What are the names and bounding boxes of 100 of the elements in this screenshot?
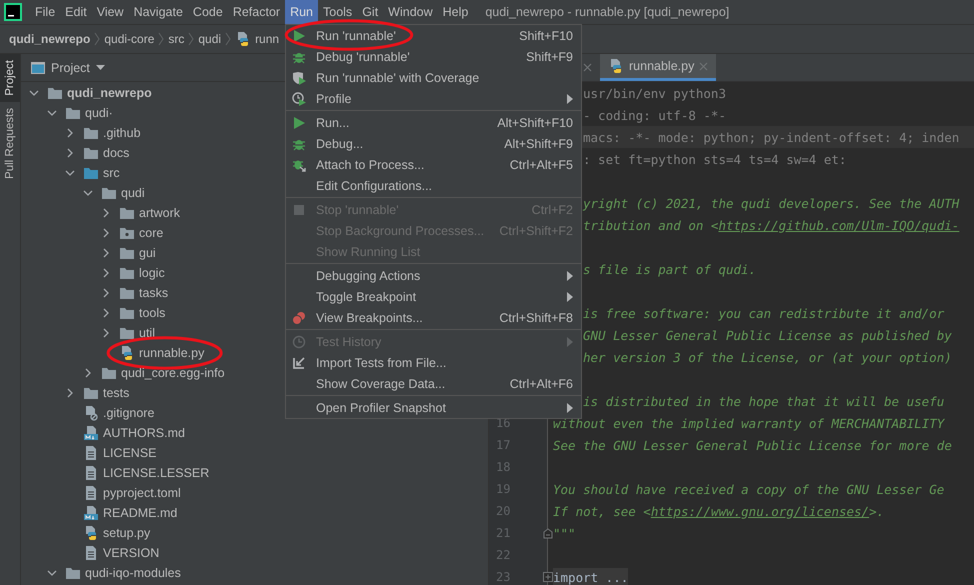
python-file-icon bbox=[83, 525, 99, 541]
play-icon bbox=[292, 116, 306, 130]
menu-item[interactable]: Tools bbox=[318, 0, 358, 24]
menu-item[interactable]: Attach to Process... Ctrl+Alt+F5 bbox=[286, 154, 581, 175]
tree-item[interactable]: pyproject.toml bbox=[103, 486, 181, 500]
menu-item[interactable]: Import Tests from File... bbox=[286, 352, 581, 373]
menu-item[interactable]: Run... Alt+Shift+F10 bbox=[286, 112, 581, 133]
submenu-arrow-icon bbox=[567, 94, 573, 104]
menu-item[interactable]: Profile bbox=[286, 88, 581, 109]
editor-tab[interactable]: runnable.py bbox=[600, 54, 716, 81]
submenu-arrow-icon bbox=[567, 292, 573, 302]
menu-item[interactable]: Git bbox=[357, 0, 384, 24]
breadcrumb-item[interactable]: qudi bbox=[198, 32, 222, 46]
chevron-right-icon[interactable] bbox=[101, 228, 111, 238]
chevron-right-icon[interactable] bbox=[101, 328, 111, 338]
breadcrumb-item[interactable]: qudi_newrepo bbox=[9, 32, 90, 46]
chevron-right-icon[interactable] bbox=[83, 368, 93, 378]
tree-item[interactable]: qudi_newrepo bbox=[67, 86, 152, 100]
menu-item[interactable]: View bbox=[92, 0, 129, 24]
menu-item[interactable]: Debugging Actions bbox=[286, 265, 581, 286]
chevron-right-icon[interactable] bbox=[65, 128, 75, 138]
tree-item[interactable]: runnable.py bbox=[139, 346, 204, 360]
chevron-right-icon bbox=[188, 32, 194, 46]
tree-item[interactable]: qudi· bbox=[85, 106, 113, 120]
folded-code: import ... bbox=[553, 568, 628, 585]
tool-window-tab[interactable]: Project bbox=[0, 54, 20, 102]
chevron-right-icon[interactable] bbox=[101, 268, 111, 278]
tree-item[interactable]: core bbox=[139, 226, 164, 240]
close-icon[interactable] bbox=[583, 63, 592, 72]
fold-expand-icon[interactable] bbox=[543, 572, 553, 582]
tree-item[interactable]: artwork bbox=[139, 206, 180, 220]
menu-item[interactable]: Window bbox=[383, 0, 438, 24]
tree-item[interactable]: src bbox=[103, 166, 120, 180]
tool-window-tab[interactable]: Pull Requests bbox=[0, 102, 20, 185]
menu-item[interactable]: Edit bbox=[60, 0, 92, 24]
menu-item[interactable]: Help bbox=[438, 0, 474, 24]
menu-item[interactable]: Show Coverage Data... Ctrl+Alt+F6 bbox=[286, 373, 581, 394]
code-line: If not, see <https://www.gnu.org/licenses/>. bbox=[553, 504, 884, 518]
menu-item[interactable]: Debug... Alt+Shift+F9 bbox=[286, 133, 581, 154]
menu-item[interactable]: Debug 'runnable' Shift+F9 bbox=[286, 46, 581, 67]
chevron-right-icon[interactable] bbox=[65, 148, 75, 158]
tree-item[interactable]: qudi bbox=[121, 186, 145, 200]
link[interactable]: https://github.com/Ulm-IQO/qudi- bbox=[718, 218, 960, 232]
tree-item[interactable]: qudi-iqo-modules bbox=[85, 566, 181, 580]
dropdown-caret-icon[interactable] bbox=[96, 64, 105, 70]
tree-item[interactable]: logic bbox=[139, 266, 165, 280]
code-line: GNU Lesser General Public License as published by bbox=[583, 328, 952, 342]
chevron-right-icon[interactable] bbox=[65, 388, 75, 398]
chevron-down-icon[interactable] bbox=[65, 168, 75, 178]
menu-item[interactable]: Edit Configurations... bbox=[286, 175, 581, 196]
text-file-icon bbox=[83, 545, 99, 561]
menu-item[interactable]: Run bbox=[285, 0, 318, 24]
chevron-down-icon[interactable] bbox=[29, 88, 39, 98]
fold-end-icon[interactable] bbox=[543, 528, 553, 538]
python-file-icon bbox=[119, 345, 135, 361]
breadcrumb-item[interactable]: runn bbox=[255, 32, 280, 46]
link[interactable]: https://www.gnu.org/licenses/ bbox=[650, 504, 870, 518]
tree-item[interactable]: tests bbox=[103, 386, 130, 400]
bug-arrow-icon bbox=[292, 158, 306, 172]
chevron-right-icon[interactable] bbox=[101, 208, 111, 218]
menu-item[interactable]: Open Profiler Snapshot bbox=[286, 397, 581, 418]
tree-item[interactable]: tasks bbox=[139, 286, 168, 300]
folder-icon bbox=[65, 566, 81, 580]
menu-item[interactable]: File bbox=[30, 0, 60, 24]
tree-item[interactable]: VERSION bbox=[103, 546, 160, 560]
breadcrumb-item[interactable]: qudi-core bbox=[104, 32, 154, 46]
breadcrumb-item[interactable]: src bbox=[168, 32, 184, 46]
folder-icon bbox=[47, 86, 63, 100]
chevron-down-icon[interactable] bbox=[47, 108, 57, 118]
menu-item[interactable]: Toggle Breakpoint bbox=[286, 286, 581, 307]
tree-item[interactable]: setup.py bbox=[103, 526, 150, 540]
menu-item[interactable]: Code bbox=[188, 0, 228, 24]
tree-item[interactable]: docs bbox=[103, 146, 130, 160]
chevron-right-icon[interactable] bbox=[101, 308, 111, 318]
tree-item[interactable]: tools bbox=[139, 306, 166, 320]
tree-item[interactable]: qudi_core.egg-info bbox=[121, 366, 225, 380]
tree-item[interactable]: .gitignore bbox=[103, 406, 154, 420]
code-line: her version 3 of the License, or (at your option) bbox=[583, 350, 952, 364]
tree-item[interactable]: .github bbox=[103, 126, 141, 140]
play-icon bbox=[292, 28, 306, 42]
code-line: """ bbox=[553, 526, 576, 540]
menu-item[interactable]: Navigate bbox=[128, 0, 188, 24]
panel-title[interactable]: Project bbox=[51, 60, 90, 74]
menu-item[interactable]: Refactor bbox=[228, 0, 286, 24]
tree-item[interactable]: util bbox=[139, 326, 155, 340]
tree-item[interactable]: LICENSE.LESSER bbox=[103, 466, 210, 480]
tree-item[interactable]: AUTHORS.md bbox=[103, 426, 185, 440]
tree-item[interactable]: gui bbox=[139, 246, 156, 260]
folder-icon bbox=[119, 326, 135, 340]
menu-item[interactable]: Run 'runnable' with Coverage bbox=[286, 67, 581, 88]
app-logo-icon[interactable] bbox=[4, 3, 22, 21]
chevron-right-icon[interactable] bbox=[101, 288, 111, 298]
menu-item[interactable]: Run 'runnable' Shift+F10 bbox=[286, 25, 581, 46]
chevron-down-icon[interactable] bbox=[47, 568, 57, 578]
tree-item[interactable]: README.md bbox=[103, 506, 178, 520]
chevron-right-icon[interactable] bbox=[101, 248, 111, 258]
window-title: qudi_newrepo - runnable.py [qudi_newrepo] bbox=[485, 5, 730, 19]
menu-item[interactable]: View Breakpoints... Ctrl+Shift+F8 bbox=[286, 307, 581, 328]
tree-item[interactable]: LICENSE bbox=[103, 446, 156, 460]
chevron-down-icon[interactable] bbox=[83, 188, 93, 198]
